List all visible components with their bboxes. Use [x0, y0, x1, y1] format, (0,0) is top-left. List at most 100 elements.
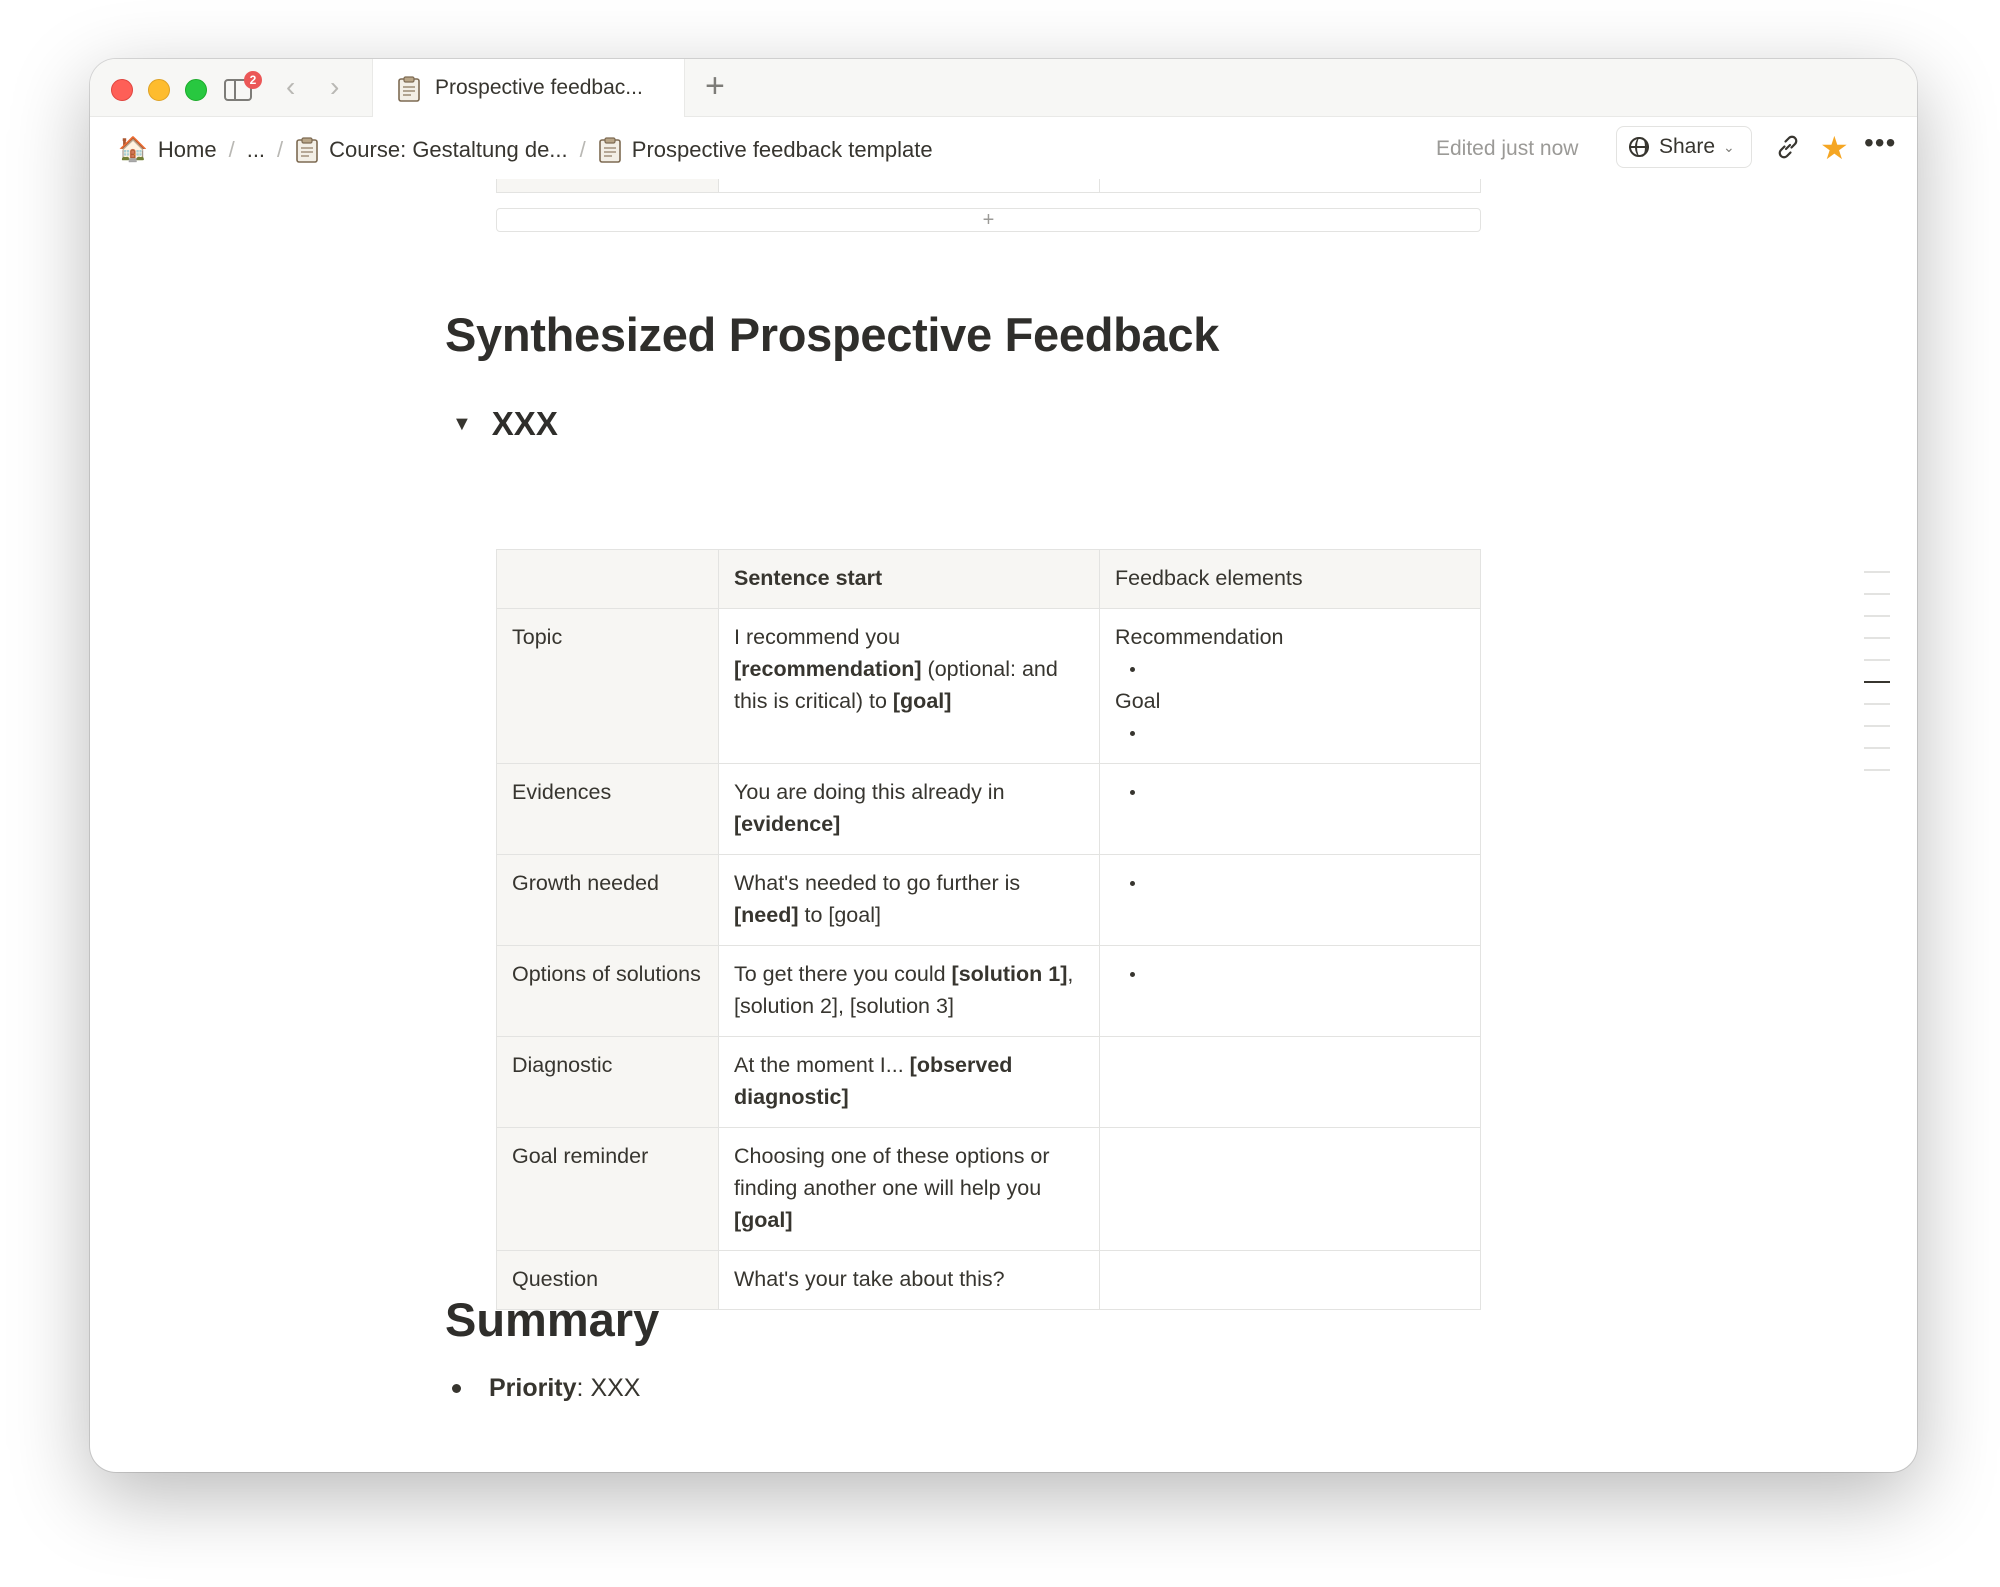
cell-text: Recommendation [1115, 625, 1284, 649]
sentence-cell[interactable]: At the moment I... [observed diagnostic] [718, 1036, 1100, 1128]
outline-line[interactable] [1864, 769, 1890, 771]
table-row: Goal reminder Choosing one of these optio… [496, 1127, 1481, 1251]
back-arrow-icon[interactable]: ‹ [286, 73, 295, 101]
row-header-cell[interactable]: Topic [496, 608, 719, 764]
add-row-button[interactable]: + [496, 208, 1481, 232]
breadcrumb-home-label: Home [157, 136, 217, 162]
table-row: Evidences You are doing this already in [… [496, 763, 1481, 855]
breadcrumb-ellipsis[interactable]: ... [247, 137, 265, 163]
breadcrumb-ellipsis-label: ... [246, 136, 266, 162]
outline-line[interactable] [1864, 725, 1890, 727]
feedback-elements-cell[interactable] [1099, 854, 1481, 946]
sentence-cell[interactable]: You are doing this already in [evidence] [718, 763, 1100, 855]
outline-line[interactable] [1864, 747, 1890, 749]
house-icon: 🏠 [118, 136, 148, 163]
empty-bullet-item [1115, 653, 1466, 685]
cell-text: to [goal] [798, 903, 881, 927]
more-icon[interactable]: ••• [1864, 127, 1896, 159]
page-heading: Synthesized Prospective Feedback [445, 308, 1220, 361]
table-row: Topic I recommend you [recommendation] (o… [496, 608, 1481, 764]
tab-prospective-feedback[interactable]: Prospective feedbac... [372, 59, 685, 117]
link-icon[interactable] [1774, 133, 1802, 161]
cell-text: To get there you could [734, 962, 952, 986]
cell-text: You are doing this already in [734, 780, 1005, 804]
summary-item-value: XXX [590, 1374, 641, 1402]
empty-bullet-item [1115, 867, 1466, 899]
doc-icon [598, 136, 621, 163]
doc-icon [296, 136, 318, 163]
doc-icon [398, 76, 420, 102]
cell-text: What's needed to go further is [734, 871, 1021, 895]
globe-icon [1629, 137, 1649, 157]
empty-bullet-item [1115, 776, 1466, 808]
feedback-elements-cell[interactable] [1099, 763, 1481, 855]
column-header[interactable]: Sentence start [718, 549, 1100, 609]
close-window-button[interactable] [111, 79, 133, 101]
outline-line-active[interactable] [1864, 681, 1890, 683]
outline-line[interactable] [1864, 703, 1890, 705]
browser-window: 2 ‹ › Prospective feedbac... + 🏠 Home / … [90, 59, 1917, 1472]
column-header[interactable]: Feedback elements [1099, 549, 1481, 609]
cell-text: At the moment I... [734, 1053, 910, 1077]
previous-table-divider [1099, 179, 1100, 192]
share-button[interactable]: Share ⌄ [1616, 126, 1752, 168]
sentence-cell[interactable]: What's needed to go further is [need] to… [718, 854, 1100, 946]
breadcrumb-separator: / [228, 136, 235, 162]
column-header[interactable] [496, 549, 719, 609]
page-header: 🏠 Home / ... / Course: Gestaltung de... … [90, 117, 1917, 179]
table-row: Diagnostic At the moment I... [observed d… [496, 1036, 1481, 1128]
feedback-elements-cell[interactable] [1099, 1250, 1481, 1310]
outline-line[interactable] [1864, 615, 1890, 617]
feedback-elements-cell[interactable] [1099, 945, 1481, 1037]
placeholder-text: [solution 1] [951, 962, 1068, 986]
previous-table-row-header [497, 179, 719, 192]
empty-bullet-item [1115, 717, 1466, 749]
forward-arrow-icon[interactable]: › [330, 73, 339, 101]
feedback-table: Sentence start Feedback elements Topic I re… [496, 549, 1481, 1310]
sentence-cell[interactable]: To get there you could [solution 1], [so… [718, 945, 1100, 1037]
summary-item-separator: : [576, 1374, 591, 1402]
breadcrumb: 🏠 Home / ... / Course: Gestaltung de... … [118, 135, 933, 164]
sidebar-toggle-button[interactable]: 2 [222, 71, 262, 103]
toggle-block[interactable]: ▼ XXX [452, 405, 558, 443]
empty-bullet-item [1115, 958, 1466, 990]
outline-line[interactable] [1864, 593, 1890, 595]
sentence-cell[interactable]: Choosing one of these options or finding… [718, 1127, 1100, 1251]
breadcrumb-course-label: Course: Gestaltung de... [329, 136, 568, 162]
sentence-cell[interactable]: I recommend you [recommendation] (option… [718, 608, 1100, 764]
toggle-title: XXX [491, 405, 558, 442]
edited-status: Edited just now [1436, 137, 1579, 160]
page-outline[interactable] [1864, 571, 1894, 791]
row-header-cell[interactable]: Options of solutions [496, 945, 719, 1037]
breadcrumb-page[interactable]: Prospective feedback template [598, 137, 933, 163]
feedback-elements-cell[interactable]: Recommendation Goal [1099, 608, 1481, 764]
breadcrumb-separator: / [277, 136, 284, 162]
minimize-window-button[interactable] [148, 79, 170, 101]
feedback-elements-cell[interactable] [1099, 1127, 1481, 1251]
placeholder-text: [goal] [734, 1208, 793, 1232]
chevron-down-icon: ⌄ [1723, 138, 1735, 155]
cell-text: Choosing one of these options or finding… [734, 1144, 1050, 1200]
star-icon[interactable]: ★ [1820, 129, 1849, 167]
row-header-cell[interactable]: Evidences [496, 763, 719, 855]
placeholder-text: [goal] [892, 689, 952, 713]
toggle-triangle-icon[interactable]: ▼ [452, 413, 472, 436]
bullet-icon [452, 1384, 461, 1393]
outline-line[interactable] [1864, 659, 1890, 661]
previous-table-bottom [496, 179, 1481, 193]
breadcrumb-course[interactable]: Course: Gestaltung de... [295, 136, 568, 163]
outline-line[interactable] [1864, 637, 1890, 639]
cell-text: Goal [1115, 689, 1161, 713]
row-header-cell[interactable]: Goal reminder [496, 1127, 719, 1251]
row-header-cell[interactable]: Diagnostic [496, 1036, 719, 1128]
new-tab-button[interactable]: + [705, 69, 725, 103]
summary-heading: Summary [445, 1293, 660, 1346]
zoom-window-button[interactable] [185, 79, 207, 101]
sentence-cell[interactable]: What's your take about this? [718, 1250, 1100, 1310]
row-header-cell[interactable]: Growth needed [496, 854, 719, 946]
outline-line[interactable] [1864, 571, 1890, 573]
feedback-elements-cell[interactable] [1099, 1036, 1481, 1128]
breadcrumb-home[interactable]: 🏠 Home [118, 135, 217, 164]
list-item: Priority: XXX [452, 1374, 640, 1403]
share-label: Share [1659, 135, 1716, 158]
